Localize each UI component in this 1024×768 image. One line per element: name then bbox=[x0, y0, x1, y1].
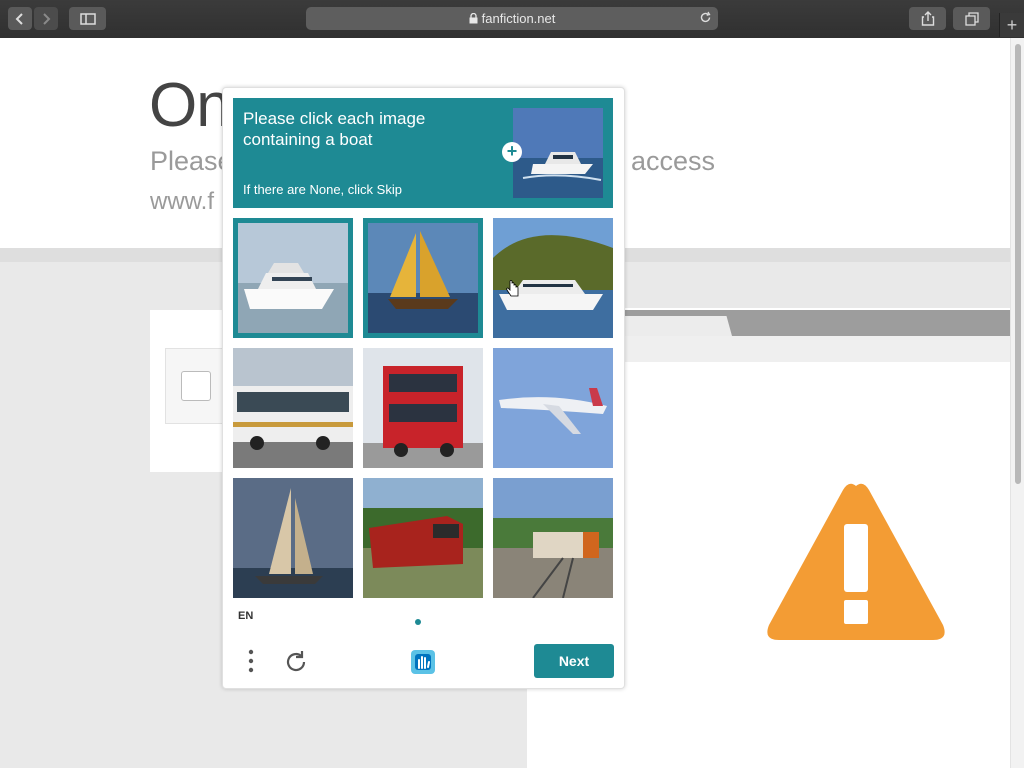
sidebar-icon bbox=[79, 12, 96, 25]
captcha-hint: If there are None, click Skip bbox=[243, 182, 402, 197]
tile-motor-yacht[interactable] bbox=[233, 218, 353, 338]
address-bar[interactable]: fanfiction.net bbox=[306, 7, 718, 30]
refresh-icon[interactable] bbox=[283, 649, 309, 675]
share-button[interactable] bbox=[909, 7, 946, 30]
page-subtitle-right: access bbox=[631, 146, 716, 176]
tile-sailboat-yellow[interactable] bbox=[363, 218, 483, 338]
tile-passenger-train[interactable] bbox=[493, 478, 613, 598]
page-title: On bbox=[149, 71, 231, 140]
captcha-instruction: Please click each image containing a boa… bbox=[243, 109, 426, 149]
captcha-dialog: Please click each image containing a boa… bbox=[222, 87, 625, 689]
lock-icon bbox=[469, 13, 478, 24]
tile-double-decker-bus[interactable] bbox=[363, 348, 483, 468]
sidebar-button[interactable] bbox=[69, 7, 106, 30]
page-indicator-dot bbox=[415, 619, 421, 625]
zoom-plus-icon[interactable]: + bbox=[502, 142, 522, 162]
page-url-text: www.f bbox=[150, 188, 215, 215]
captcha-prompt: Please click each image containing a boa… bbox=[233, 98, 613, 208]
example-image[interactable] bbox=[513, 108, 603, 198]
tabs-icon bbox=[964, 11, 979, 26]
chevron-right-icon bbox=[43, 12, 51, 25]
tile-yacht-hills[interactable] bbox=[493, 218, 613, 338]
reload-icon[interactable] bbox=[699, 11, 712, 27]
page-scrollbar[interactable] bbox=[1010, 38, 1024, 768]
verify-checkbox[interactable] bbox=[181, 371, 211, 401]
page-bar-light bbox=[622, 336, 1010, 362]
language-selector[interactable]: EN bbox=[238, 610, 253, 622]
next-button[interactable]: Next bbox=[534, 644, 614, 678]
browser-toolbar: fanfiction.net + bbox=[0, 0, 1024, 39]
tile-red-locomotive[interactable] bbox=[363, 478, 483, 598]
hcaptcha-logo-icon[interactable] bbox=[407, 646, 439, 678]
scrollbar-thumb[interactable] bbox=[1015, 44, 1021, 484]
page-subtitle-left: Please bbox=[150, 146, 233, 176]
tabs-button[interactable] bbox=[953, 7, 990, 30]
tile-city-bus[interactable] bbox=[233, 348, 353, 468]
new-tab-button[interactable]: + bbox=[999, 13, 1024, 37]
hand-cursor-icon bbox=[506, 280, 520, 303]
forward-button[interactable] bbox=[34, 7, 58, 30]
share-icon bbox=[921, 11, 934, 26]
tile-sailboat[interactable] bbox=[233, 478, 353, 598]
back-button[interactable] bbox=[8, 7, 32, 30]
page-bar-tab bbox=[622, 316, 732, 336]
tile-airplane[interactable] bbox=[493, 348, 613, 468]
address-url: fanfiction.net bbox=[481, 11, 556, 26]
chevron-left-icon bbox=[15, 12, 23, 25]
warning-icon bbox=[763, 480, 949, 649]
more-options-icon[interactable] bbox=[245, 648, 257, 674]
